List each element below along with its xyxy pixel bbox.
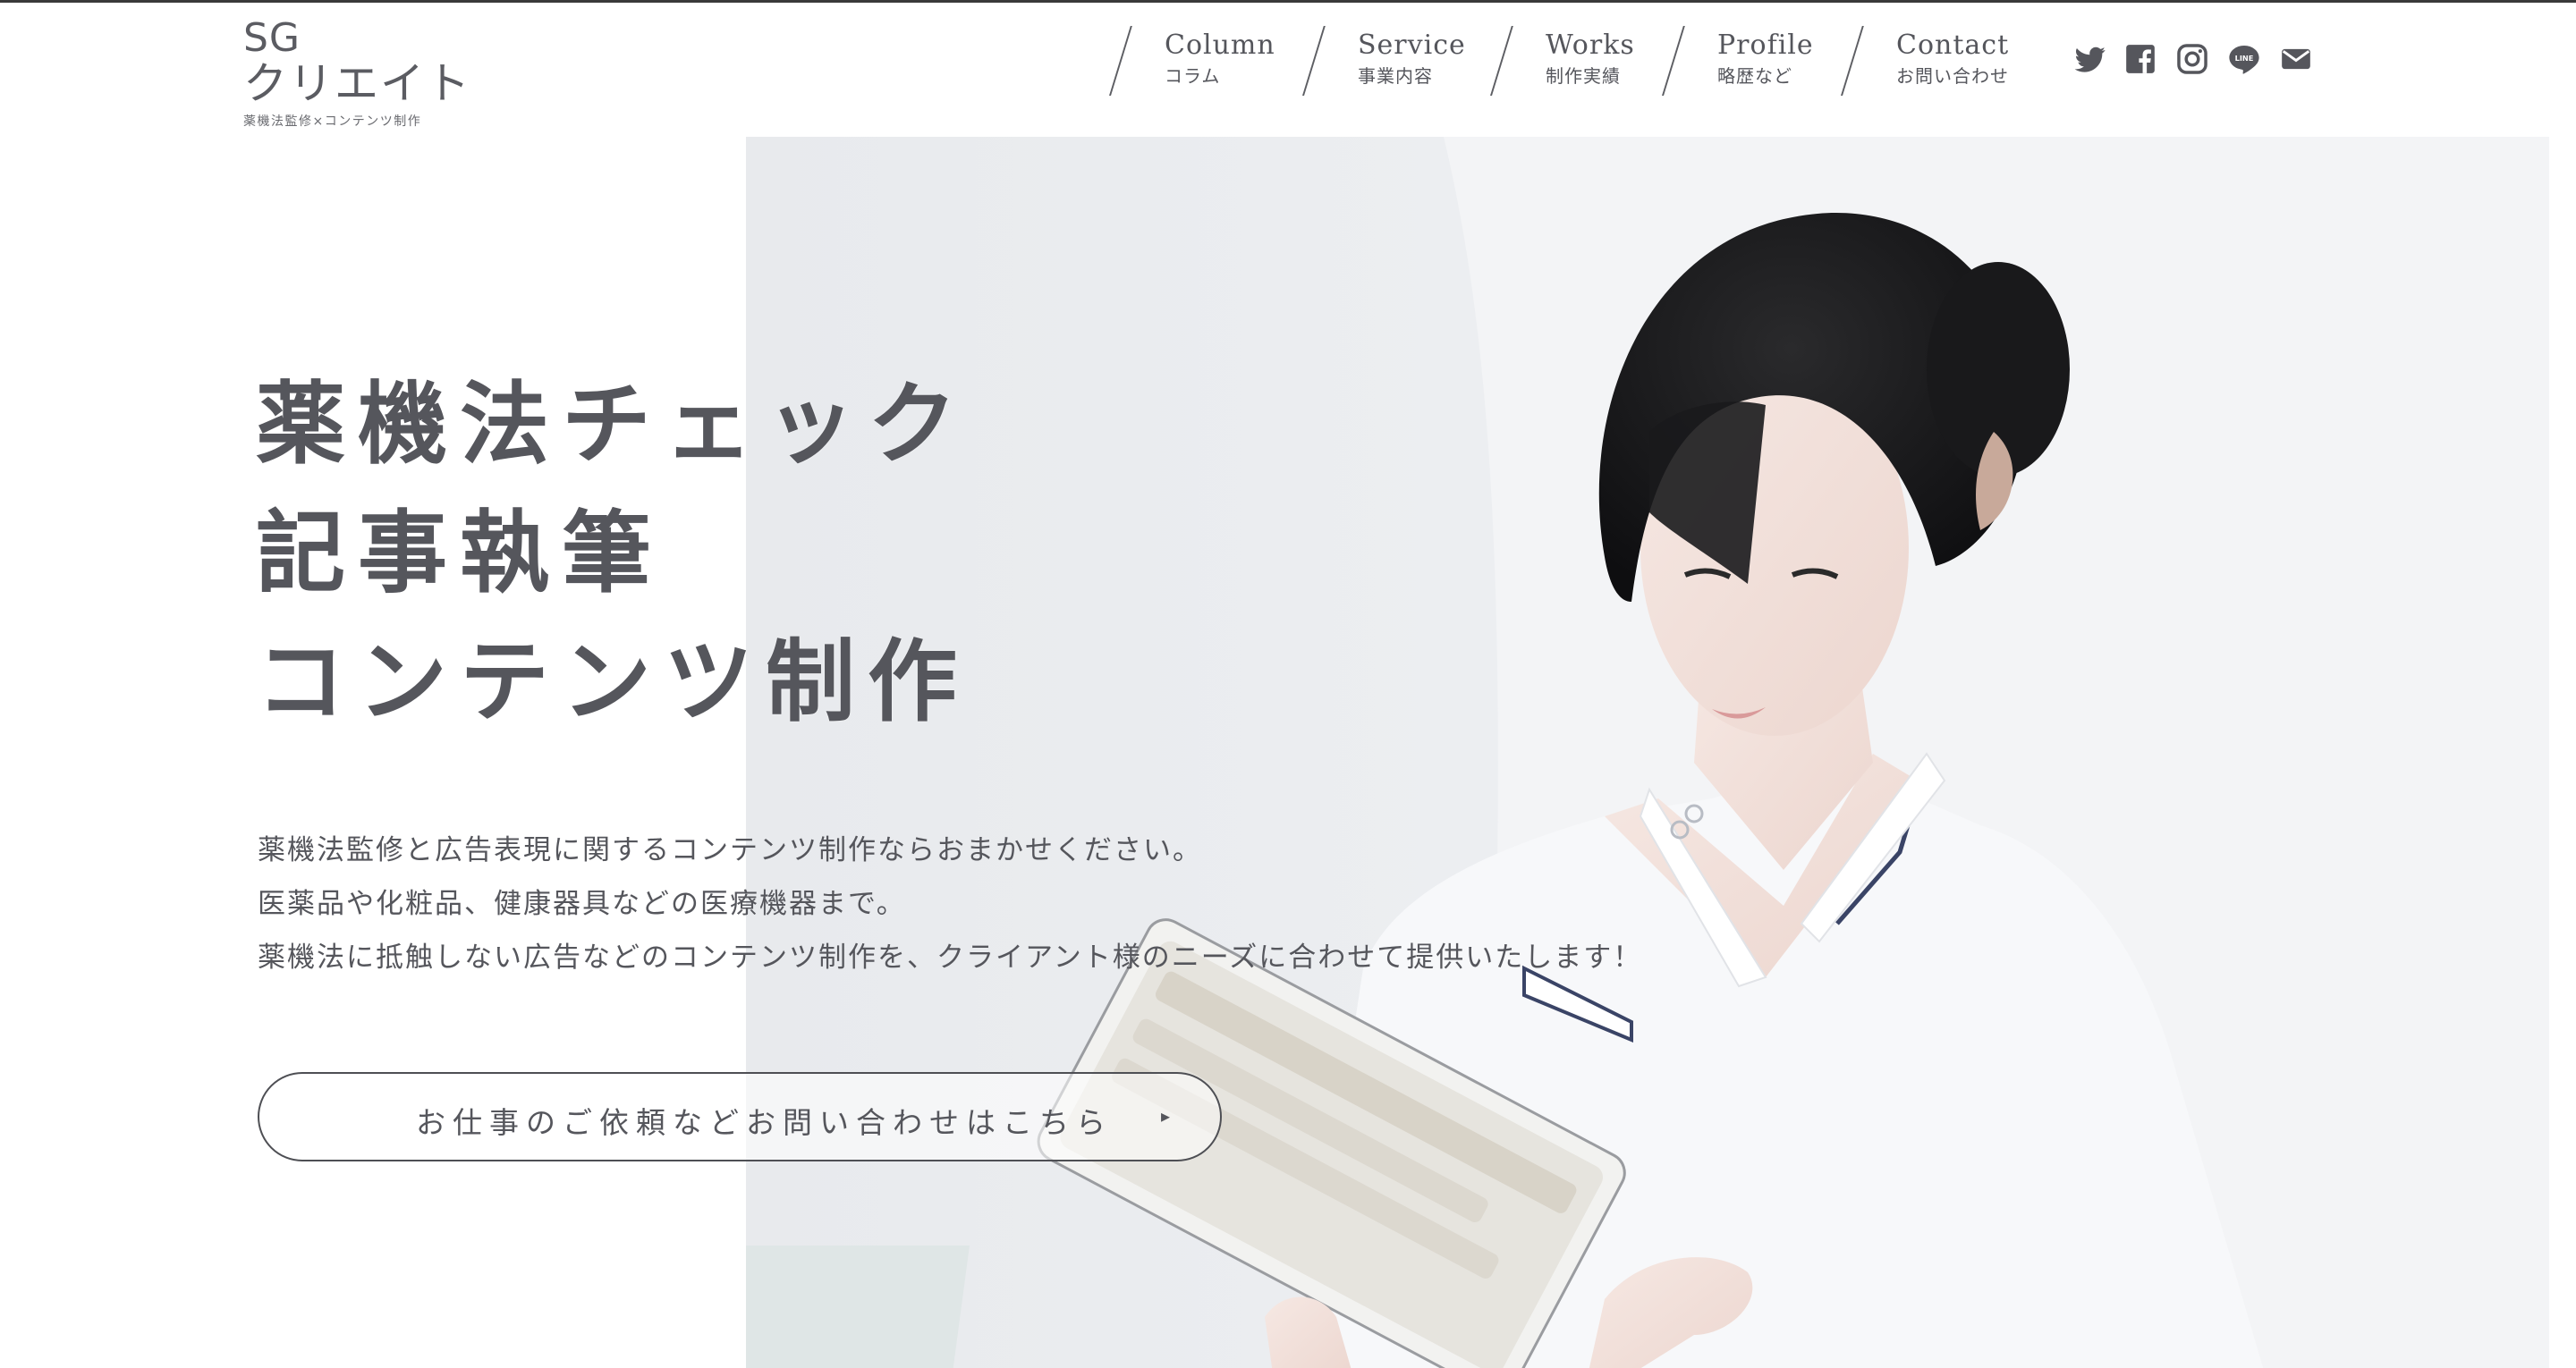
nav-item-label: Works bbox=[1546, 30, 1635, 61]
cta-label: お仕事のご依頼などお問い合わせはこちら bbox=[416, 1105, 1113, 1140]
contact-cta-button[interactable]: お仕事のご依頼などお問い合わせはこちら ▸ bbox=[258, 1072, 1222, 1161]
instagram-icon[interactable] bbox=[2175, 42, 2209, 76]
facebook-icon[interactable] bbox=[2123, 42, 2157, 76]
nav-divider bbox=[1841, 26, 1864, 96]
hero-description-line: 薬機法に抵触しない広告などのコンテンツ制作を、クライアント様のニーズに合わせて提… bbox=[258, 942, 1643, 974]
nav-divider bbox=[1490, 26, 1513, 96]
hero-image bbox=[746, 137, 2549, 1368]
nav-item-sublabel: 略歴など bbox=[1717, 65, 1792, 87]
twitter-icon[interactable] bbox=[2073, 42, 2107, 76]
arrow-right-icon: ▸ bbox=[1161, 1105, 1171, 1127]
hero-description-line: 薬機法監修と広告表現に関するコンテンツ制作ならおまかせください。 bbox=[258, 834, 1202, 866]
nav-item-label: Service bbox=[1358, 30, 1466, 61]
logo-sg: SG bbox=[243, 15, 301, 61]
hero-title: 薬機法チェック 記事執筆 コンテンツ制作 bbox=[256, 360, 970, 747]
nav-divider bbox=[1302, 26, 1326, 96]
nav-item-label: Column bbox=[1165, 30, 1275, 61]
nav-item-sublabel: 制作実績 bbox=[1546, 65, 1621, 87]
nav-item-label: Profile bbox=[1717, 30, 1814, 61]
page: SG クリエイト 薬機法監修×コンテンツ制作 Column コラム Servic… bbox=[0, 0, 2576, 1368]
site-logo[interactable]: SG クリエイト 薬機法監修×コンテンツ制作 bbox=[243, 19, 471, 130]
hero-description: 薬機法監修と広告表現に関するコンテンツ制作ならおまかせください。 医薬品や化粧品… bbox=[258, 823, 1642, 984]
logo-tagline: 薬機法監修×コンテンツ制作 bbox=[243, 114, 422, 129]
nav-divider bbox=[1662, 26, 1685, 96]
hero-title-line: コンテンツ制作 bbox=[256, 629, 970, 734]
hero-description-line: 医薬品や化粧品、健康器具などの医療機器まで。 bbox=[258, 888, 906, 920]
nav-item-label: Contact bbox=[1896, 30, 2010, 61]
nav-item-sublabel: コラム bbox=[1165, 65, 1221, 87]
logo-name: クリエイト bbox=[243, 58, 472, 109]
line-icon[interactable]: LINE bbox=[2227, 42, 2261, 76]
hero-title-line: 薬機法チェック bbox=[256, 372, 970, 477]
hero-title-line: 記事執筆 bbox=[256, 501, 664, 605]
nav-item-sublabel: お問い合わせ bbox=[1896, 65, 2009, 87]
nav-item-sublabel: 事業内容 bbox=[1358, 65, 1433, 87]
mail-icon[interactable] bbox=[2279, 42, 2313, 76]
nav-divider bbox=[1109, 26, 1132, 96]
svg-text:LINE: LINE bbox=[2235, 54, 2254, 63]
